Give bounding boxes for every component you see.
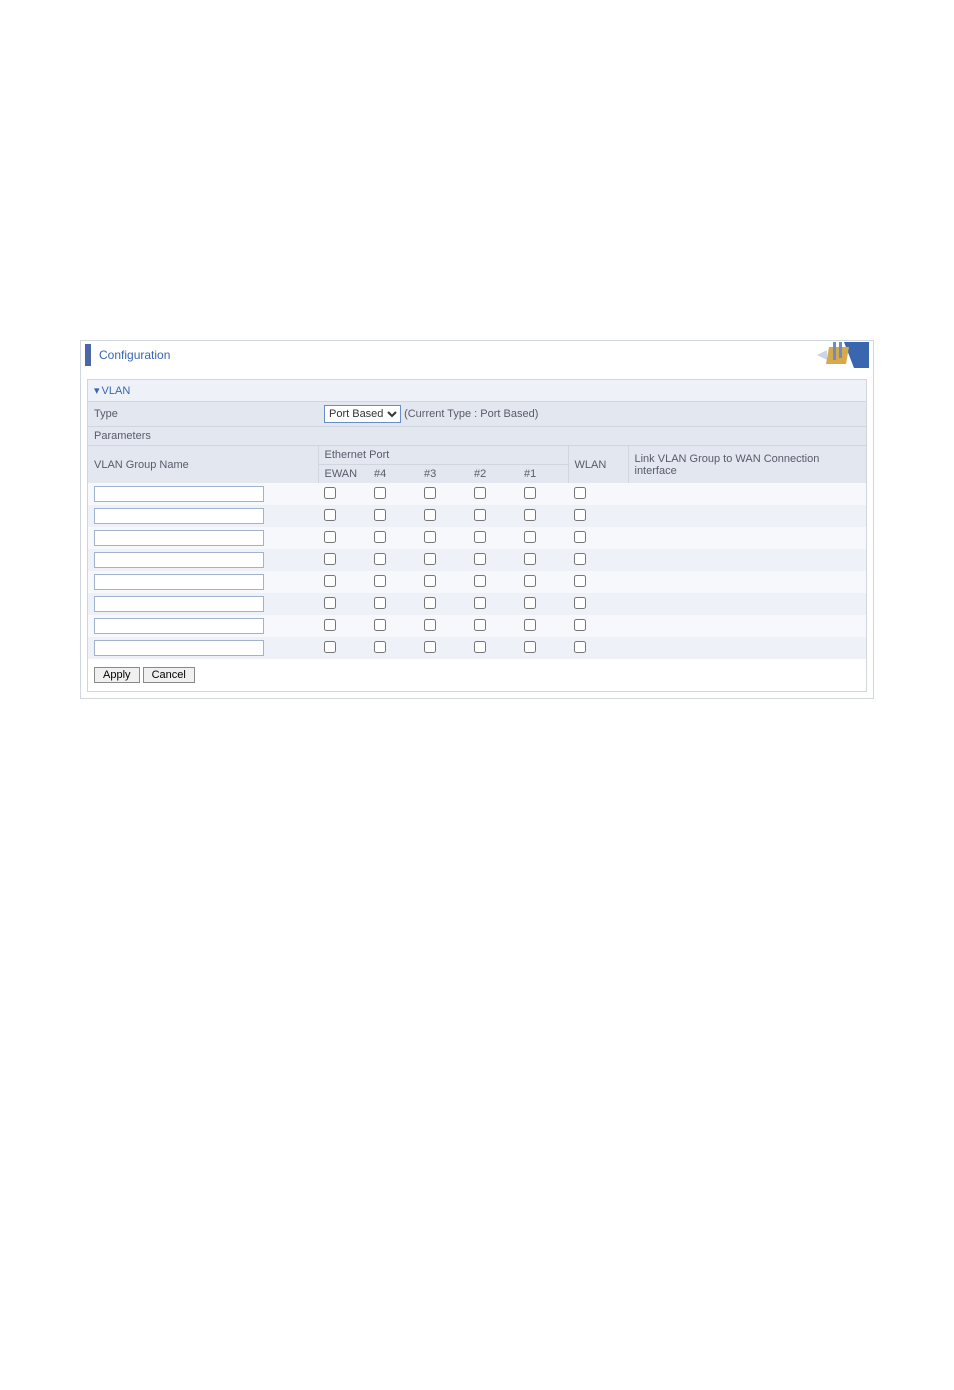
parameters-label: Parameters <box>88 427 866 446</box>
port-checkbox[interactable] <box>424 619 436 631</box>
link-cell <box>628 637 866 659</box>
port-checkbox[interactable] <box>474 531 486 543</box>
port-checkbox[interactable] <box>324 641 336 653</box>
wlan-checkbox[interactable] <box>574 619 586 631</box>
port-checkbox[interactable] <box>374 531 386 543</box>
page-title: Configuration <box>99 348 170 362</box>
table-row <box>88 571 866 593</box>
wlan-checkbox[interactable] <box>574 531 586 543</box>
port-checkbox[interactable] <box>324 509 336 521</box>
col-port-2: #2 <box>468 465 518 484</box>
port-checkbox[interactable] <box>474 597 486 609</box>
vlan-table: Type Port Based (Current Type : Port Bas… <box>88 402 866 659</box>
table-row <box>88 527 866 549</box>
wlan-checkbox[interactable] <box>574 553 586 565</box>
vlan-group-name-input[interactable] <box>94 530 264 546</box>
wlan-checkbox[interactable] <box>574 597 586 609</box>
link-cell <box>628 483 866 505</box>
port-checkbox[interactable] <box>524 531 536 543</box>
port-checkbox[interactable] <box>424 575 436 587</box>
wlan-checkbox[interactable] <box>574 487 586 499</box>
link-cell <box>628 527 866 549</box>
port-checkbox[interactable] <box>374 575 386 587</box>
panel-header: Configuration <box>81 341 873 369</box>
current-type-text: (Current Type : Port Based) <box>404 408 538 420</box>
header-accent-bar <box>85 344 91 366</box>
cancel-button[interactable]: Cancel <box>143 667 195 683</box>
port-checkbox[interactable] <box>324 531 336 543</box>
table-row <box>88 505 866 527</box>
vlan-group-name-input[interactable] <box>94 618 264 634</box>
wlan-checkbox[interactable] <box>574 575 586 587</box>
port-checkbox[interactable] <box>524 487 536 499</box>
link-cell <box>628 549 866 571</box>
port-checkbox[interactable] <box>324 553 336 565</box>
port-checkbox[interactable] <box>524 553 536 565</box>
config-panel: Configuration ▾VLAN Type <box>80 340 874 699</box>
decorative-header-icon <box>789 342 869 368</box>
table-row <box>88 615 866 637</box>
col-port-1: #1 <box>518 465 568 484</box>
col-port-3: #3 <box>418 465 468 484</box>
table-row <box>88 593 866 615</box>
port-checkbox[interactable] <box>424 509 436 521</box>
wlan-checkbox[interactable] <box>574 641 586 653</box>
port-checkbox[interactable] <box>524 597 536 609</box>
table-row <box>88 483 866 505</box>
col-wlan: WLAN <box>568 446 628 484</box>
port-checkbox[interactable] <box>424 641 436 653</box>
type-select[interactable]: Port Based <box>324 405 401 423</box>
vlan-group-name-input[interactable] <box>94 640 264 656</box>
vlan-panel: ▾VLAN Type Port Based (Current Type : Po… <box>87 379 867 692</box>
port-checkbox[interactable] <box>374 553 386 565</box>
col-port-ewan: EWAN <box>318 465 368 484</box>
port-checkbox[interactable] <box>474 553 486 565</box>
port-checkbox[interactable] <box>424 597 436 609</box>
link-cell <box>628 593 866 615</box>
port-checkbox[interactable] <box>474 487 486 499</box>
wlan-checkbox[interactable] <box>574 509 586 521</box>
table-row <box>88 549 866 571</box>
port-checkbox[interactable] <box>474 641 486 653</box>
section-title-text: VLAN <box>102 385 131 397</box>
type-label: Type <box>88 402 318 427</box>
col-ethernet-port: Ethernet Port <box>318 446 568 465</box>
port-checkbox[interactable] <box>374 641 386 653</box>
port-checkbox[interactable] <box>524 641 536 653</box>
table-row <box>88 637 866 659</box>
apply-button[interactable]: Apply <box>94 667 140 683</box>
link-cell <box>628 505 866 527</box>
port-checkbox[interactable] <box>474 509 486 521</box>
port-checkbox[interactable] <box>474 619 486 631</box>
collapse-arrow-icon: ▾ <box>94 385 100 397</box>
vlan-group-name-input[interactable] <box>94 552 264 568</box>
vlan-group-name-input[interactable] <box>94 574 264 590</box>
col-link: Link VLAN Group to WAN Connection interf… <box>628 446 866 484</box>
port-checkbox[interactable] <box>374 509 386 521</box>
vlan-group-name-input[interactable] <box>94 486 264 502</box>
port-checkbox[interactable] <box>374 619 386 631</box>
port-checkbox[interactable] <box>424 487 436 499</box>
link-cell <box>628 615 866 637</box>
link-cell <box>628 571 866 593</box>
col-group-name: VLAN Group Name <box>88 446 318 484</box>
section-title[interactable]: ▾VLAN <box>88 380 866 402</box>
col-port-4: #4 <box>368 465 418 484</box>
port-checkbox[interactable] <box>424 553 436 565</box>
port-checkbox[interactable] <box>324 575 336 587</box>
port-checkbox[interactable] <box>324 619 336 631</box>
port-checkbox[interactable] <box>374 597 386 609</box>
port-checkbox[interactable] <box>524 509 536 521</box>
port-checkbox[interactable] <box>524 575 536 587</box>
port-checkbox[interactable] <box>324 597 336 609</box>
port-checkbox[interactable] <box>474 575 486 587</box>
buttons-row: Apply Cancel <box>88 659 866 691</box>
vlan-group-name-input[interactable] <box>94 596 264 612</box>
port-checkbox[interactable] <box>424 531 436 543</box>
vlan-group-name-input[interactable] <box>94 508 264 524</box>
port-checkbox[interactable] <box>524 619 536 631</box>
port-checkbox[interactable] <box>324 487 336 499</box>
port-checkbox[interactable] <box>374 487 386 499</box>
